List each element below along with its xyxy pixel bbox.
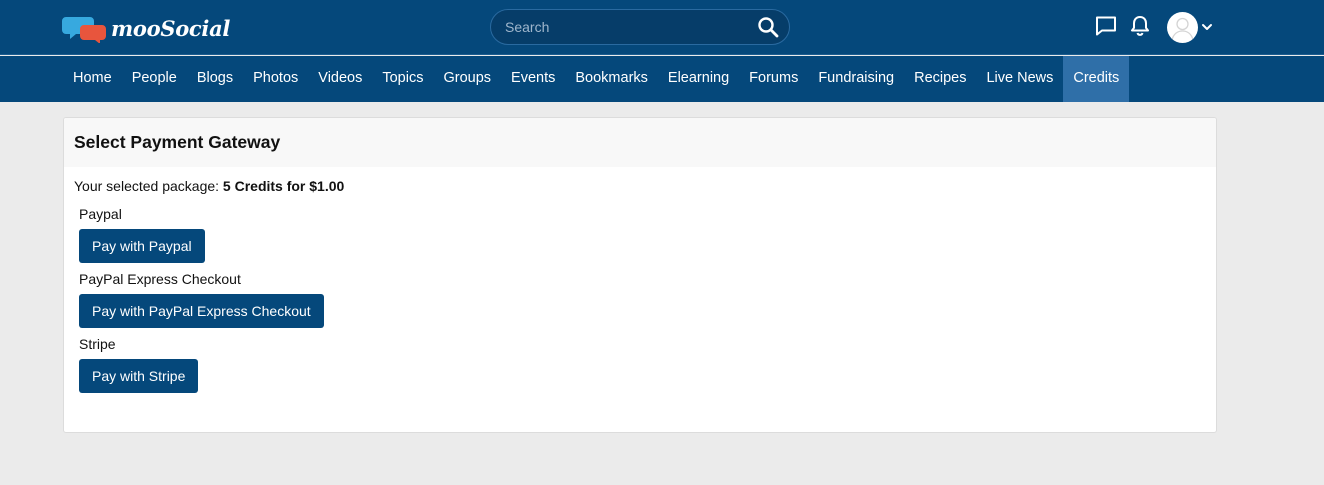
nav-item-topics[interactable]: Topics xyxy=(372,56,433,102)
pay-with-paypal-express-button[interactable]: Pay with PayPal Express Checkout xyxy=(79,294,324,328)
search-icon[interactable] xyxy=(757,16,781,38)
user-avatar[interactable] xyxy=(1167,12,1198,43)
gateway-name: Stripe xyxy=(79,336,116,352)
gateway-paypal-express: PayPal Express Checkout Pay with PayPal … xyxy=(79,272,1206,328)
gateway-name: Paypal xyxy=(79,206,122,222)
search-input[interactable] xyxy=(505,10,745,44)
gateway-name: PayPal Express Checkout xyxy=(79,271,241,287)
nav-item-live-news[interactable]: Live News xyxy=(976,56,1063,102)
nav-item-bookmarks[interactable]: Bookmarks xyxy=(565,56,658,102)
site-logo[interactable]: mooSocial xyxy=(62,13,231,44)
nav-item-videos[interactable]: Videos xyxy=(308,56,372,102)
search-box xyxy=(490,9,790,45)
pay-with-stripe-button[interactable]: Pay with Stripe xyxy=(79,359,199,393)
panel-header: Select Payment Gateway xyxy=(64,118,1216,167)
nav-item-events[interactable]: Events xyxy=(501,56,565,102)
nav-item-home[interactable]: Home xyxy=(63,56,122,102)
selected-package-label: Your selected package: xyxy=(74,178,220,194)
nav-item-recipes[interactable]: Recipes xyxy=(904,56,976,102)
panel-body: Your selected package: 5 Credits for $1.… xyxy=(64,167,1216,393)
top-header: mooSocial xyxy=(0,0,1324,55)
nav-item-forums[interactable]: Forums xyxy=(739,56,808,102)
logo-text: mooSocial xyxy=(111,15,231,41)
nav-item-groups[interactable]: Groups xyxy=(433,56,501,102)
selected-package-value: 5 Credits for $1.00 xyxy=(222,178,345,194)
chat-bubbles-logo-icon xyxy=(62,13,108,44)
nav-item-people[interactable]: People xyxy=(122,56,187,102)
nav-item-fundraising[interactable]: Fundraising xyxy=(808,56,904,102)
chevron-down-icon[interactable] xyxy=(1200,20,1214,34)
gateway-stripe: Stripe Pay with Stripe xyxy=(79,337,1206,393)
main-navigation: Home People Blogs Photos Videos Topics G… xyxy=(0,56,1324,102)
gateway-paypal: Paypal Pay with Paypal xyxy=(79,207,1206,263)
nav-item-credits[interactable]: Credits xyxy=(1063,56,1130,102)
nav-item-photos[interactable]: Photos xyxy=(243,56,308,102)
pay-with-paypal-button[interactable]: Pay with Paypal xyxy=(79,229,205,263)
nav-item-blogs[interactable]: Blogs xyxy=(187,56,243,102)
chat-message-icon[interactable] xyxy=(1094,14,1118,38)
payment-gateway-panel: Select Payment Gateway Your selected pac… xyxy=(63,117,1217,433)
selected-package-line: Your selected package: 5 Credits for $1.… xyxy=(74,179,1206,193)
page-title: Select Payment Gateway xyxy=(74,132,281,152)
bell-notification-icon[interactable] xyxy=(1129,14,1153,38)
nav-item-elearning[interactable]: Elearning xyxy=(658,56,739,102)
